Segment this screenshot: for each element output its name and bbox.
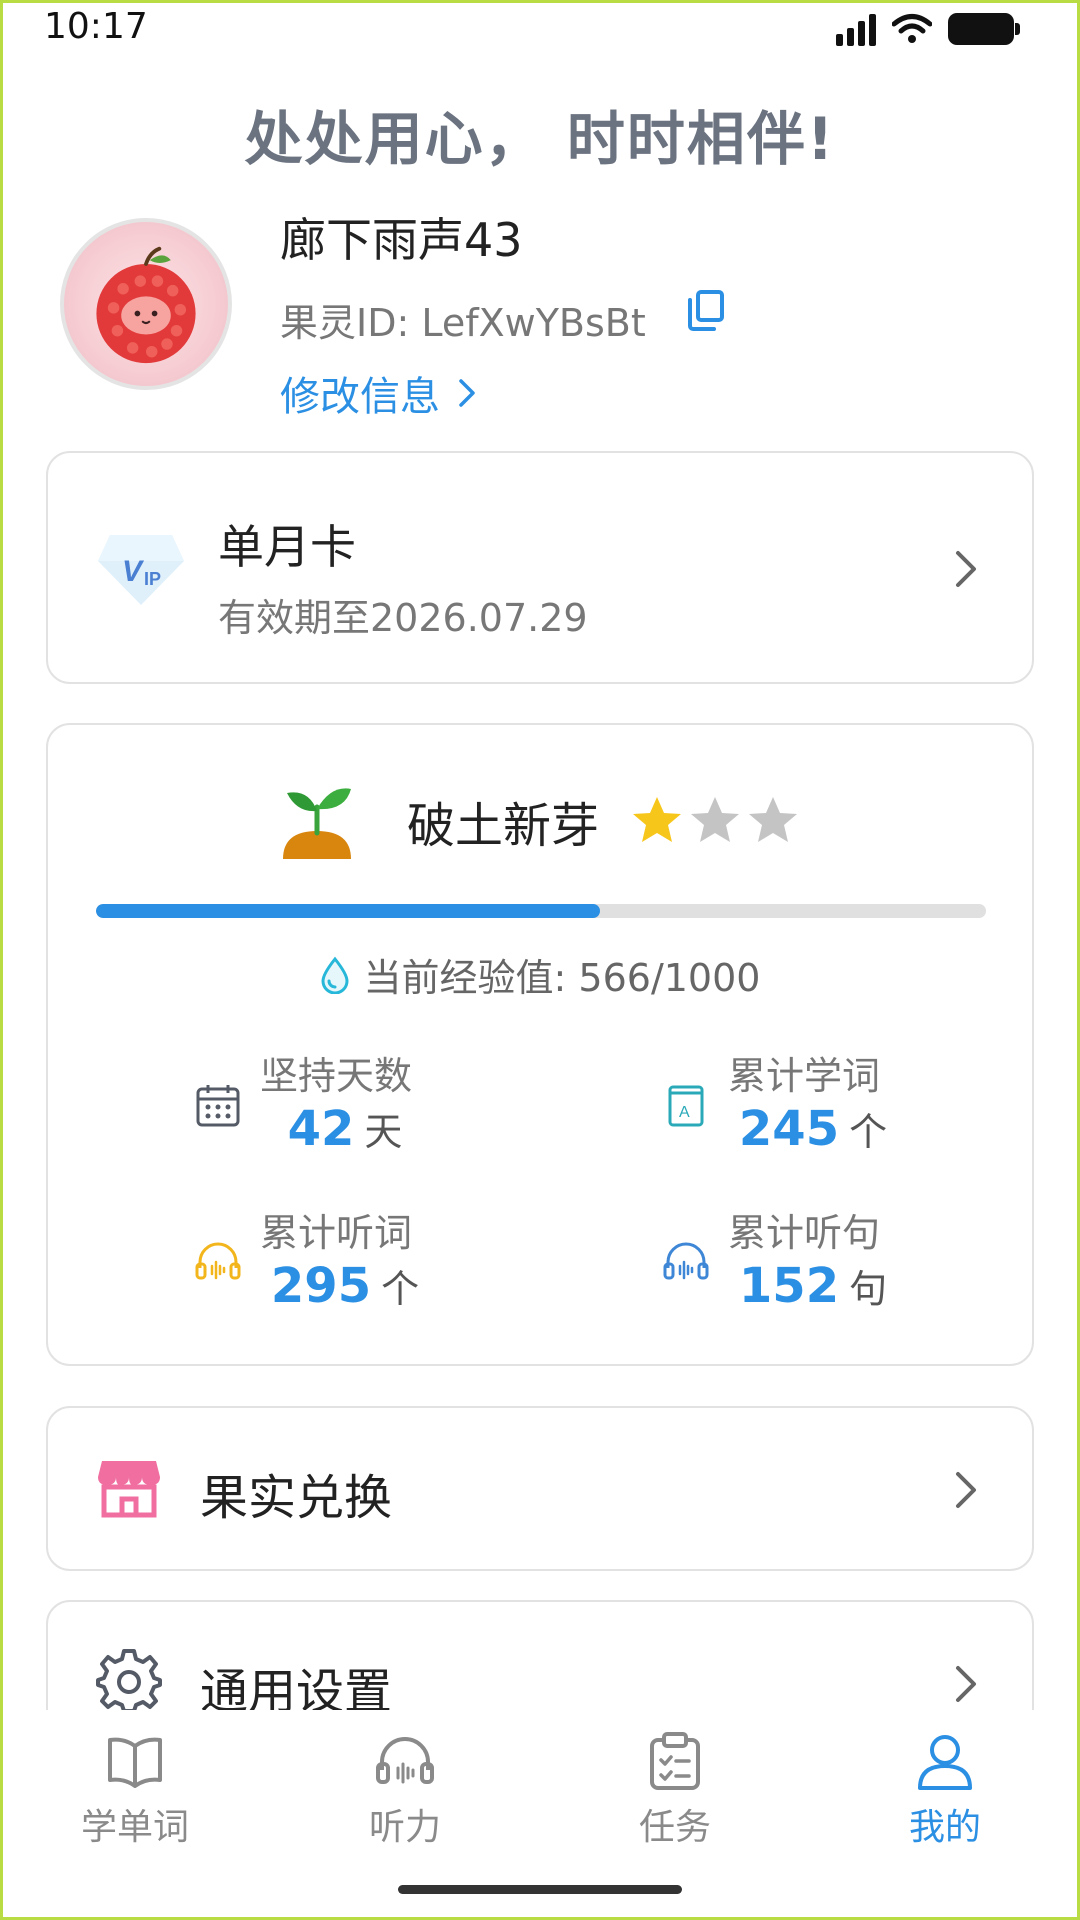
chevron-right-icon — [956, 551, 976, 587]
edit-profile-label: 修改信息 — [280, 374, 440, 420]
stat-label: 累计听句 — [728, 1211, 881, 1255]
slogan: 处处用心， 时时相伴! — [244, 105, 836, 173]
stat-label: 累计听词 — [260, 1211, 413, 1255]
book-icon: A — [668, 1085, 704, 1127]
edit-profile-link[interactable]: 修改信息 — [280, 364, 476, 422]
fruit-exchange-label: 果实兑换 — [200, 1470, 393, 1526]
stat-unit: 个 — [381, 1267, 420, 1311]
stat-value: 42 — [287, 1101, 355, 1157]
home-indicator[interactable] — [398, 1885, 682, 1894]
headphones-icon — [195, 1242, 241, 1280]
membership-expiry: 有效期至2026.07.29 — [218, 596, 588, 640]
store-icon — [98, 1461, 160, 1518]
tab-label: 学单词 — [80, 1807, 189, 1848]
tab-listening[interactable]: 听力 — [305, 1730, 505, 1850]
stat-label: 坚持天数 — [260, 1054, 413, 1098]
copy-icon[interactable] — [686, 288, 726, 332]
headphones-icon — [376, 1737, 434, 1784]
stat-value: 245 — [738, 1101, 840, 1157]
stat-unit: 天 — [364, 1110, 403, 1154]
stat-days: 坚持天数 42 天 — [194, 1045, 614, 1175]
lychee-mascot-icon — [96, 246, 196, 364]
gear-icon — [96, 1649, 162, 1713]
exp-row: 当前经验值: 566/1000 — [48, 947, 1032, 1002]
star-empty-icon — [749, 797, 797, 842]
vip-diamond-icon: V IP — [98, 535, 184, 605]
avatar[interactable] — [60, 218, 232, 390]
signal-icon — [836, 12, 876, 46]
level-card: 破土新芽 当前经验值: 566/1000 坚持天数 42 天 A 累计学词 24… — [46, 723, 1034, 1366]
tab-me[interactable]: 我的 — [845, 1730, 1045, 1850]
stat-value: 295 — [270, 1258, 372, 1314]
stat-words-listened: 累计听词 295 个 — [194, 1202, 614, 1332]
stat-words-learned: A 累计学词 245 个 — [662, 1045, 1080, 1175]
wifi-icon — [892, 14, 932, 43]
star-filled-icon — [633, 797, 681, 842]
book-icon — [108, 1737, 162, 1788]
water-drop-icon — [321, 956, 349, 994]
tab-tasks[interactable]: 任务 — [575, 1730, 775, 1850]
tab-learn-words[interactable]: 学单词 — [35, 1730, 235, 1850]
stat-unit: 句 — [849, 1267, 888, 1311]
tab-label: 听力 — [368, 1807, 441, 1848]
fruit-exchange-item[interactable]: 果实兑换 — [46, 1406, 1034, 1571]
membership-title: 单月卡 — [218, 520, 356, 574]
level-name: 破土新芽 — [406, 798, 599, 854]
battery-icon — [948, 13, 1020, 45]
exp-text: 当前经验值: 566/1000 — [363, 956, 761, 1000]
chevron-right-icon — [956, 1472, 976, 1508]
svg-text:IP: IP — [144, 569, 161, 589]
chevron-right-icon — [956, 1666, 976, 1702]
stat-unit: 个 — [849, 1110, 888, 1154]
tab-label: 任务 — [638, 1807, 711, 1848]
clipboard-icon — [650, 1732, 700, 1790]
username: 廊下雨声43 — [280, 213, 523, 267]
level-header: 破土新芽 — [48, 781, 1032, 861]
stat-label: 累计学词 — [728, 1054, 881, 1098]
headphones-icon — [663, 1242, 709, 1280]
membership-card[interactable]: V IP 单月卡 有效期至2026.07.29 — [46, 451, 1034, 684]
chevron-right-icon — [459, 379, 475, 407]
exp-progress-fill — [96, 904, 600, 918]
level-stars — [629, 793, 801, 849]
status-bar: 10:17 — [0, 0, 1080, 62]
sprout-icon — [282, 788, 351, 859]
star-empty-icon — [691, 797, 739, 842]
stat-sentences-listened: 累计听句 152 句 — [662, 1202, 1080, 1332]
user-icon — [918, 1735, 972, 1790]
svg-text:V: V — [122, 555, 145, 588]
calendar-icon — [196, 1085, 240, 1127]
stat-value: 152 — [738, 1258, 840, 1314]
status-time: 10:17 — [44, 6, 148, 47]
exp-progress-bar — [96, 904, 986, 918]
tab-label: 我的 — [908, 1807, 981, 1848]
svg-text:A: A — [679, 1104, 690, 1121]
user-id: 果灵ID: LefXwYBsBt — [280, 301, 646, 345]
